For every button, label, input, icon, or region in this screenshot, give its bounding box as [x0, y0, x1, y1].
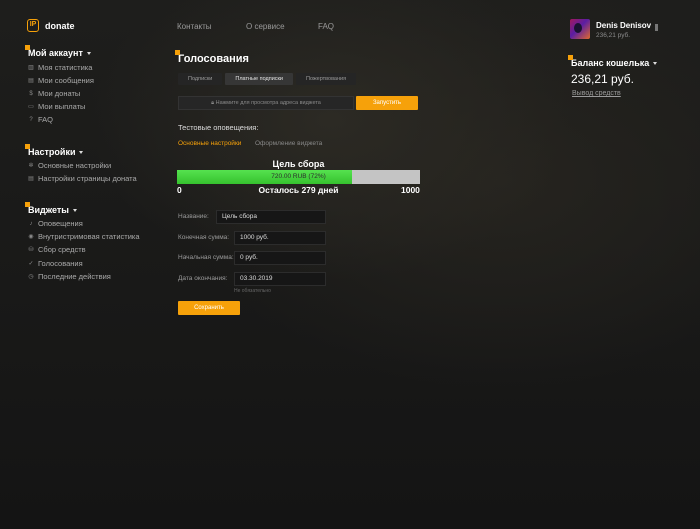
sidebar-settings-title[interactable]: Настройки: [25, 144, 84, 157]
sidebar-item-main-settings[interactable]: ✲ Основные настройки: [28, 161, 111, 170]
sidebar-item-stream-stats[interactable]: ◉ Внутристримовая статистика: [28, 232, 139, 241]
save-button[interactable]: Сохранить: [178, 301, 240, 315]
caret-down-icon: [73, 209, 77, 213]
sidebar-item-polls[interactable]: ✓ Голосования: [28, 259, 82, 268]
end-date-label: Дата окончания:: [178, 275, 228, 282]
corner-accent: [25, 45, 30, 50]
widget-url-field[interactable]: 🔒︎ Нажмите для просмотра адреса виджета: [178, 96, 354, 110]
dollar-icon: $: [29, 90, 33, 97]
stats-icon: ◉: [28, 233, 34, 240]
name-label: Название:: [178, 213, 209, 220]
name-input[interactable]: Цель сбора: [216, 210, 326, 224]
subtab-widget-design[interactable]: Оформление виджета: [255, 140, 322, 147]
goal-remaining: Осталось 279 дней: [258, 185, 339, 195]
tab-paid-subscriptions[interactable]: Платные подписки: [225, 73, 293, 85]
sidebar-widgets-title[interactable]: Виджеты: [25, 202, 77, 215]
sidebar-item-statistics[interactable]: ▥ Моя статистика: [28, 63, 92, 72]
goal-title: Цель сбора: [272, 159, 325, 169]
goal-progress-bar: 720.00 RUB (72%): [177, 170, 420, 184]
widget-tabs: Подписки Платные подписки Пожертвования: [178, 73, 357, 85]
end-sum-label: Конечная сумма:: [178, 234, 230, 241]
caret-down-icon: [79, 151, 84, 155]
page-title: Голосования: [175, 50, 249, 65]
wallet-title[interactable]: Баланс кошелька: [568, 55, 658, 68]
page-icon: ▤: [28, 175, 34, 182]
caret-down-icon: [653, 62, 658, 66]
tab-donations[interactable]: Пожертвования: [296, 73, 357, 85]
end-date-hint: Не обязательно: [234, 288, 271, 294]
wallet-amount: 236,21 руб.: [571, 72, 634, 86]
sidebar-item-messages[interactable]: ▤ Мои сообщения: [28, 76, 94, 85]
gear-icon: ✲: [28, 162, 34, 169]
caret-down-icon: [86, 52, 91, 56]
user-name: Denis Denisov: [596, 21, 652, 30]
message-icon: ▤: [28, 77, 34, 84]
sidebar-item-donate-page-settings[interactable]: ▤ Настройки страницы доната: [28, 174, 137, 183]
wallet-icon: ▭: [28, 103, 34, 110]
nav-faq[interactable]: FAQ: [318, 22, 334, 31]
nav-about[interactable]: О сервисе: [246, 22, 285, 31]
end-date-input[interactable]: 03.30.2019: [234, 272, 326, 286]
sidebar-item-alerts[interactable]: ♪ Оповещения: [28, 219, 83, 228]
check-icon: ✓: [28, 260, 34, 267]
user-menu-icon[interactable]: [655, 24, 658, 31]
withdraw-link[interactable]: Вывод средств: [572, 90, 621, 97]
sidebar-item-fundraising[interactable]: ⛁ Сбор средств: [28, 245, 85, 254]
test-alerts-label: Тестовые оповещения:: [178, 123, 259, 132]
chart-icon: ▥: [28, 64, 34, 71]
sidebar-item-recent-actions[interactable]: ◷ Последние действия: [28, 272, 110, 281]
corner-accent: [568, 55, 573, 60]
logo-text: donate: [45, 20, 75, 31]
fundraising-icon: ⛁: [28, 246, 34, 253]
user-profile[interactable]: Denis Denisov 236,21 руб.: [570, 19, 651, 39]
start-sum-label: Начальная сумма:: [178, 254, 234, 261]
help-icon: ?: [29, 116, 33, 123]
tab-subscriptions[interactable]: Подписки: [178, 73, 223, 85]
goal-progress-text: 720.00 RUB (72%): [271, 173, 326, 180]
sidebar-item-donations[interactable]: $ Мои донаты: [28, 89, 80, 98]
bell-icon: ♪: [29, 220, 33, 227]
start-sum-input[interactable]: 0 руб.: [234, 251, 326, 265]
subtab-main-settings[interactable]: Основные настройки: [178, 140, 241, 147]
corner-accent: [25, 202, 30, 207]
corner-accent: [25, 144, 30, 149]
sidebar-item-faq[interactable]: ? FAQ: [28, 115, 53, 124]
goal-max: 1000: [401, 185, 420, 195]
sidebar-item-payouts[interactable]: ▭ Мои выплаты: [28, 102, 85, 111]
end-sum-input[interactable]: 1000 руб.: [234, 231, 326, 245]
clock-icon: ◷: [28, 273, 34, 280]
launch-button[interactable]: Запустить: [356, 96, 418, 110]
logo-icon: IP: [27, 19, 39, 32]
sidebar-account-title[interactable]: Мой аккаунт: [25, 45, 91, 58]
avatar[interactable]: [570, 19, 590, 39]
nav-contacts[interactable]: Контакты: [177, 22, 212, 31]
logo[interactable]: IP donate: [27, 19, 75, 32]
user-balance: 236,21 руб.: [596, 32, 631, 39]
corner-accent: [175, 50, 180, 55]
